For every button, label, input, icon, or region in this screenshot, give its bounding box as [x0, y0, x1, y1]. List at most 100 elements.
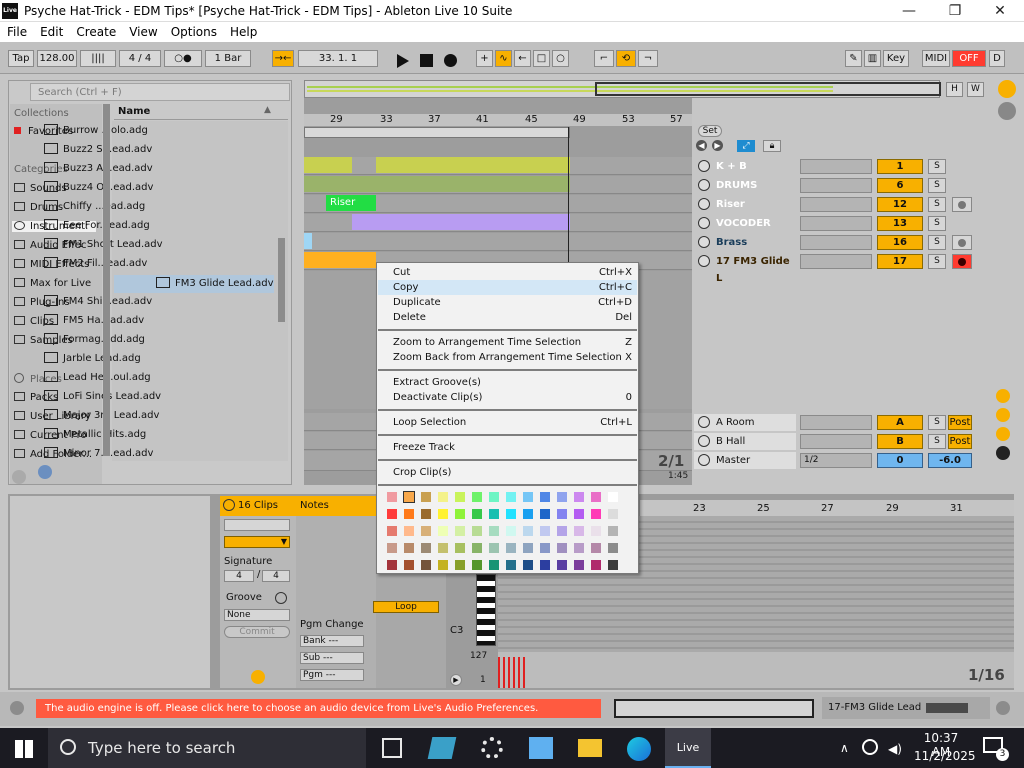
piano-keyboard[interactable]	[476, 574, 496, 646]
cpu-load-button[interactable]: OFF	[952, 50, 986, 67]
master-track[interactable]: Master	[694, 452, 796, 469]
color-swatch[interactable]	[557, 560, 567, 570]
track-fold-icon[interactable]	[698, 160, 710, 172]
color-swatch[interactable]	[387, 492, 397, 502]
track-activator[interactable]: 13	[877, 216, 923, 231]
color-swatch[interactable]	[523, 492, 533, 502]
computer-midi-keyboard-icon[interactable]: ▥	[864, 50, 881, 67]
track-volume-slider[interactable]	[800, 254, 872, 269]
color-swatch[interactable]	[591, 560, 601, 570]
loop-switch[interactable]: Loop	[373, 601, 439, 613]
play-icon[interactable]	[397, 54, 409, 68]
color-swatch[interactable]	[387, 526, 397, 536]
clock-date[interactable]: 11/2/2025	[914, 749, 976, 763]
taskbar-live-app[interactable]: Live	[665, 728, 711, 768]
color-swatch[interactable]	[421, 560, 431, 570]
next-locator-icon[interactable]: ▶	[712, 140, 723, 151]
color-swatch[interactable]	[574, 526, 584, 536]
track-play-icon[interactable]	[698, 454, 710, 466]
menu-item-copy[interactable]: Copy Ctrl+C	[378, 280, 637, 295]
track-volume-slider[interactable]	[800, 159, 872, 174]
color-swatch[interactable]	[455, 526, 465, 536]
color-swatch[interactable]	[608, 492, 618, 502]
menu-view[interactable]: View	[122, 22, 163, 39]
color-swatch[interactable]	[438, 526, 448, 536]
nudge-buttons[interactable]: ||||	[80, 50, 116, 67]
control-panel-icon[interactable]	[529, 737, 553, 759]
color-swatch[interactable]	[455, 492, 465, 502]
metronome-button[interactable]: ○●	[164, 50, 202, 67]
menu-edit[interactable]: Edit	[33, 22, 69, 39]
color-swatch[interactable]	[506, 509, 516, 519]
return-activator[interactable]: B	[877, 434, 923, 449]
color-swatch[interactable]	[455, 560, 465, 570]
browser-toggle-icon[interactable]	[12, 86, 26, 98]
sidebar-item-max-for-live[interactable]: Max for Live	[14, 278, 91, 289]
color-swatch[interactable]	[540, 509, 550, 519]
menu-file[interactable]: File	[0, 22, 33, 39]
color-swatch[interactable]	[591, 509, 601, 519]
signature-numerator-field[interactable]: 4	[224, 570, 254, 582]
file-list-scrollbar[interactable]	[278, 238, 285, 322]
return-volume-slider[interactable]	[800, 434, 872, 449]
solo-button[interactable]: S	[928, 178, 946, 193]
solo-button[interactable]: S	[928, 197, 946, 212]
color-swatch[interactable]	[472, 526, 482, 536]
windows-start-icon[interactable]	[15, 740, 33, 758]
set-locator-button[interactable]: Set	[698, 125, 722, 137]
arrangement-overview[interactable]	[304, 80, 941, 98]
post-send-button[interactable]: Post	[948, 415, 972, 430]
cue-out-select[interactable]: 1/2	[800, 453, 872, 468]
overdub-icon[interactable]: +	[476, 50, 493, 67]
color-swatch[interactable]	[404, 543, 414, 553]
show-hidden-icons-icon[interactable]: ∧	[840, 741, 849, 755]
color-swatch[interactable]	[404, 560, 414, 570]
color-swatch[interactable]	[540, 526, 550, 536]
color-swatch[interactable]	[557, 509, 567, 519]
track-volume-slider[interactable]	[800, 197, 872, 212]
list-item[interactable]: Buzz4 O...ead.adv	[44, 181, 153, 193]
list-item[interactable]: FM4 Shi...ead.adv	[44, 295, 152, 307]
bank-field[interactable]: Bank ---	[300, 635, 364, 647]
color-swatch[interactable]	[608, 543, 618, 553]
track-lane-drums[interactable]	[304, 176, 692, 194]
groove-select[interactable]: None	[224, 609, 290, 621]
color-swatch[interactable]	[421, 509, 431, 519]
re-enable-automation-icon[interactable]: ←	[514, 50, 531, 67]
track-header-drums[interactable]: DRUMS	[694, 177, 796, 194]
maximize-button[interactable]: ❐	[932, 0, 978, 22]
detail-view-toggle-icon[interactable]	[996, 701, 1010, 715]
track-header-brass[interactable]: Brass	[694, 234, 796, 251]
list-item[interactable]: Major 3rd Lead.adv	[44, 409, 159, 421]
stop-icon[interactable]	[420, 54, 433, 67]
overview-toggle-icon[interactable]	[998, 80, 1016, 98]
previous-locator-icon[interactable]: ◀	[696, 140, 707, 151]
punch-out-icon[interactable]: ¬	[638, 50, 658, 67]
hot-swap-icon[interactable]	[38, 465, 52, 479]
language-globe-icon[interactable]	[862, 739, 878, 755]
color-swatch[interactable]	[540, 543, 550, 553]
signature-denominator-field[interactable]: 4	[262, 570, 290, 582]
arm-button[interactable]	[952, 197, 972, 212]
volume-icon[interactable]: ◀)	[888, 742, 902, 756]
color-swatch[interactable]	[608, 526, 618, 536]
color-swatch[interactable]	[472, 492, 482, 502]
sidebar-scrollbar[interactable]	[103, 104, 110, 456]
menu-create[interactable]: Create	[69, 22, 122, 39]
track-volume-slider[interactable]	[800, 178, 872, 193]
solo-button[interactable]: S	[928, 235, 946, 250]
color-swatch[interactable]	[472, 543, 482, 553]
record-icon[interactable]	[444, 54, 457, 67]
tap-button[interactable]: Tap	[8, 50, 34, 67]
midi-map-button[interactable]: MIDI	[922, 50, 950, 67]
minimize-button[interactable]: —	[886, 0, 932, 22]
color-swatch[interactable]	[540, 492, 550, 502]
solo-button[interactable]: S	[928, 216, 946, 231]
solo-button[interactable]: S	[928, 254, 946, 269]
clip-count-tab[interactable]: 16 Clips	[220, 496, 296, 516]
color-swatch[interactable]	[438, 509, 448, 519]
color-swatch[interactable]	[574, 543, 584, 553]
track-activator[interactable]: 1	[877, 159, 923, 174]
menu-item-cut[interactable]: Cut Ctrl+X	[378, 265, 637, 280]
menu-help[interactable]: Help	[223, 22, 263, 39]
